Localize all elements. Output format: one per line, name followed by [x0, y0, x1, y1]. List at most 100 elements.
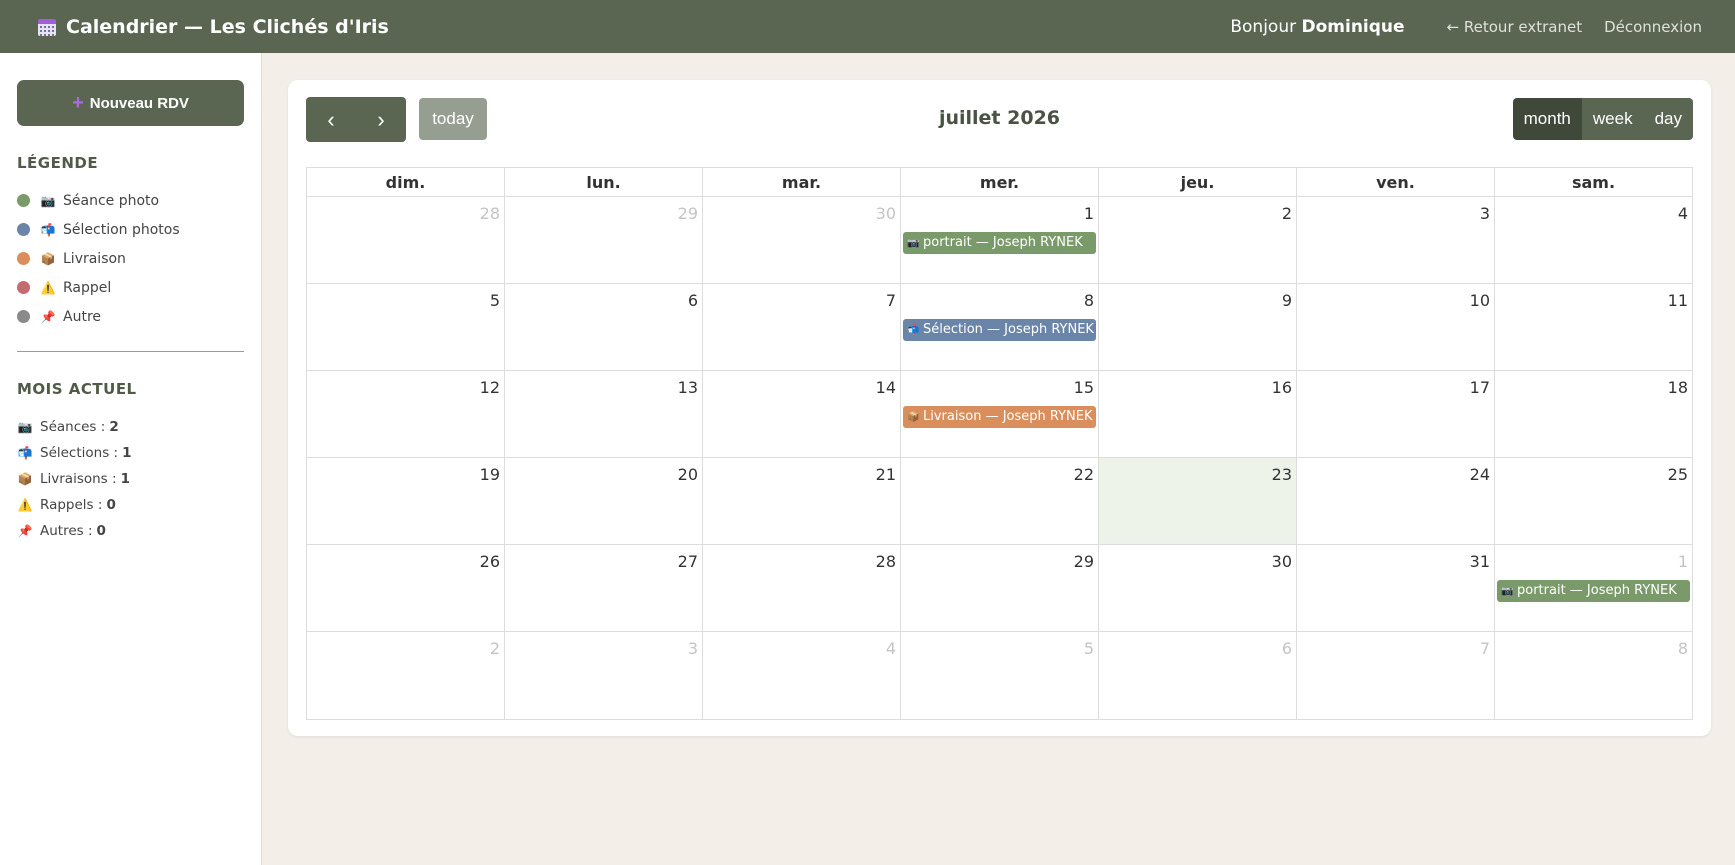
day-number[interactable]: 20: [678, 465, 698, 484]
day-number[interactable]: 3: [1480, 204, 1490, 223]
day-number[interactable]: 1: [1084, 204, 1094, 223]
day-cell[interactable]: 29: [901, 545, 1099, 631]
day-cell[interactable]: 20: [505, 458, 703, 544]
day-cell[interactable]: 24: [1297, 458, 1495, 544]
day-cell[interactable]: 28: [307, 197, 505, 283]
day-cell[interactable]: 9: [1099, 284, 1297, 370]
day-number[interactable]: 1: [1678, 552, 1688, 571]
day-number[interactable]: 18: [1668, 378, 1688, 397]
day-cell[interactable]: 1 📷 portrait — Joseph RYNEK: [1495, 545, 1692, 631]
day-number[interactable]: 4: [1678, 204, 1688, 223]
day-number[interactable]: 11: [1668, 291, 1688, 310]
day-cell[interactable]: 7: [703, 284, 901, 370]
view-day-button[interactable]: day: [1643, 98, 1693, 140]
day-number[interactable]: 4: [886, 639, 896, 658]
day-number[interactable]: 19: [480, 465, 500, 484]
day-cell[interactable]: 18: [1495, 371, 1692, 457]
mailbox-icon: 📬: [40, 222, 56, 237]
prev-month-button[interactable]: ‹: [306, 97, 356, 142]
new-appointment-button[interactable]: + Nouveau RDV: [17, 80, 244, 126]
back-to-extranet-link[interactable]: ← Retour extranet: [1447, 18, 1583, 36]
day-number[interactable]: 5: [490, 291, 500, 310]
day-number[interactable]: 7: [886, 291, 896, 310]
day-cell[interactable]: 16: [1099, 371, 1297, 457]
calendar-event[interactable]: 📬 Sélection — Joseph RYNEK: [903, 319, 1096, 341]
day-number[interactable]: 31: [1470, 552, 1490, 571]
day-number[interactable]: 15: [1074, 378, 1094, 397]
weekday-header-row: dim. lun. mar. mer. jeu. ven. sam.: [307, 168, 1692, 197]
day-cell[interactable]: 5: [901, 632, 1099, 719]
day-cell[interactable]: 28: [703, 545, 901, 631]
day-cell[interactable]: 6: [505, 284, 703, 370]
day-cell[interactable]: 2: [307, 632, 505, 719]
day-number[interactable]: 12: [480, 378, 500, 397]
day-cell[interactable]: 12: [307, 371, 505, 457]
day-number[interactable]: 17: [1470, 378, 1490, 397]
calendar-event[interactable]: 📷 portrait — Joseph RYNEK: [1497, 580, 1690, 602]
day-cell[interactable]: 25: [1495, 458, 1692, 544]
next-month-button[interactable]: ›: [356, 97, 406, 142]
day-number[interactable]: 28: [480, 204, 500, 223]
day-number[interactable]: 23: [1272, 465, 1292, 484]
day-cell[interactable]: 23: [1099, 458, 1297, 544]
day-number[interactable]: 25: [1668, 465, 1688, 484]
day-number[interactable]: 22: [1074, 465, 1094, 484]
day-cell[interactable]: 5: [307, 284, 505, 370]
day-cell[interactable]: 4: [703, 632, 901, 719]
day-number[interactable]: 29: [1074, 552, 1094, 571]
day-cell[interactable]: 8: [1495, 632, 1692, 719]
day-number[interactable]: 10: [1470, 291, 1490, 310]
day-cell[interactable]: 30: [703, 197, 901, 283]
day-cell[interactable]: 14: [703, 371, 901, 457]
day-cell[interactable]: 26: [307, 545, 505, 631]
day-number[interactable]: 24: [1470, 465, 1490, 484]
day-cell[interactable]: 10: [1297, 284, 1495, 370]
day-cell[interactable]: 4: [1495, 197, 1692, 283]
day-number[interactable]: 28: [876, 552, 896, 571]
day-number[interactable]: 8: [1084, 291, 1094, 310]
day-cell[interactable]: 21: [703, 458, 901, 544]
day-cell[interactable]: 30: [1099, 545, 1297, 631]
calendar-event[interactable]: 📷 portrait — Joseph RYNEK: [903, 232, 1096, 254]
day-number[interactable]: 6: [1282, 639, 1292, 658]
day-number[interactable]: 7: [1480, 639, 1490, 658]
day-number[interactable]: 29: [678, 204, 698, 223]
day-number[interactable]: 5: [1084, 639, 1094, 658]
day-cell[interactable]: 2: [1099, 197, 1297, 283]
logout-link[interactable]: Déconnexion: [1604, 18, 1702, 36]
day-number[interactable]: 2: [1282, 204, 1292, 223]
day-number[interactable]: 8: [1678, 639, 1688, 658]
day-number[interactable]: 26: [480, 552, 500, 571]
day-number[interactable]: 16: [1272, 378, 1292, 397]
day-cell[interactable]: 1 📷 portrait — Joseph RYNEK: [901, 197, 1099, 283]
legend-item: 📌 Autre: [17, 302, 244, 331]
view-month-button[interactable]: month: [1512, 98, 1582, 140]
day-number[interactable]: 6: [688, 291, 698, 310]
day-cell[interactable]: 22: [901, 458, 1099, 544]
day-number[interactable]: 27: [678, 552, 698, 571]
day-cell[interactable]: 29: [505, 197, 703, 283]
day-number[interactable]: 3: [688, 639, 698, 658]
day-cell[interactable]: 3: [1297, 197, 1495, 283]
day-number[interactable]: 30: [876, 204, 896, 223]
day-number[interactable]: 14: [876, 378, 896, 397]
day-cell[interactable]: 11: [1495, 284, 1692, 370]
view-week-button[interactable]: week: [1581, 98, 1644, 140]
day-cell[interactable]: 7: [1297, 632, 1495, 719]
calendar-event[interactable]: 📦 Livraison — Joseph RYNEK: [903, 406, 1096, 428]
day-cell[interactable]: 17: [1297, 371, 1495, 457]
day-number[interactable]: 21: [876, 465, 896, 484]
today-button[interactable]: today: [419, 98, 487, 140]
day-cell[interactable]: 6: [1099, 632, 1297, 719]
day-cell[interactable]: 19: [307, 458, 505, 544]
day-number[interactable]: 2: [490, 639, 500, 658]
day-cell[interactable]: 3: [505, 632, 703, 719]
day-number[interactable]: 13: [678, 378, 698, 397]
day-cell[interactable]: 8 📬 Sélection — Joseph RYNEK: [901, 284, 1099, 370]
day-number[interactable]: 9: [1282, 291, 1292, 310]
day-cell[interactable]: 27: [505, 545, 703, 631]
day-number[interactable]: 30: [1272, 552, 1292, 571]
day-cell[interactable]: 31: [1297, 545, 1495, 631]
day-cell[interactable]: 15 📦 Livraison — Joseph RYNEK: [901, 371, 1099, 457]
day-cell[interactable]: 13: [505, 371, 703, 457]
